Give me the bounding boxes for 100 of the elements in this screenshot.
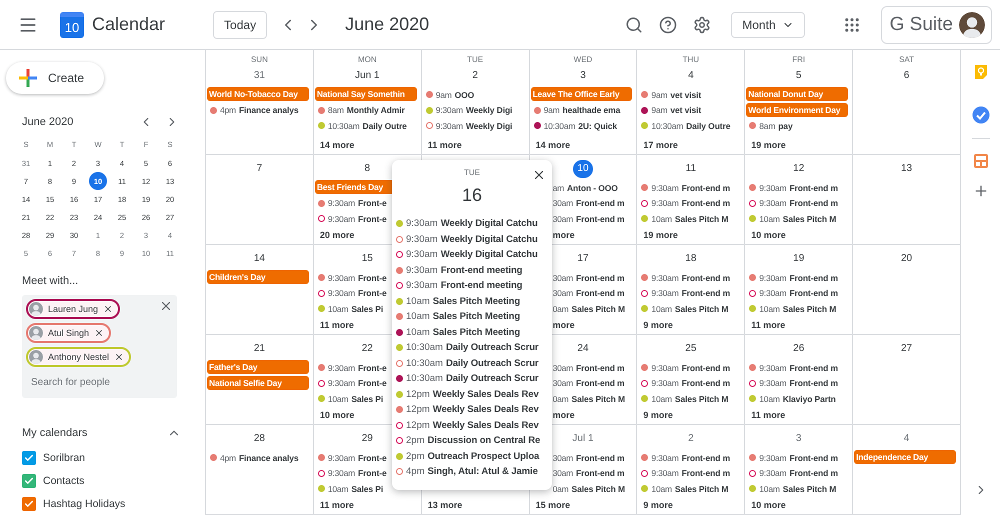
more-link[interactable]: 11 more	[745, 320, 786, 330]
more-link[interactable]: 14 more	[314, 140, 354, 150]
more-link[interactable]: 11 more	[422, 140, 462, 150]
close-icon[interactable]	[159, 299, 173, 313]
date-number[interactable]: 28	[249, 430, 270, 448]
event-item[interactable]: 10am Sales Pitch M	[637, 301, 728, 316]
event-item[interactable]: 9am OOO	[422, 87, 474, 102]
event-item[interactable]: 9:30am Weekly Digital Catchu	[392, 216, 538, 232]
event-item[interactable]: 9:30am Front-e	[314, 450, 387, 466]
more-link[interactable]: 15 more	[530, 500, 570, 510]
event-item[interactable]: am Anton - OOO	[530, 180, 618, 196]
check-circle-icon[interactable]	[972, 106, 990, 124]
event-item[interactable]: 9:30am Front-e	[314, 196, 387, 211]
event-item[interactable]: 10am Sales Pitch M	[637, 481, 728, 496]
event-item[interactable]: 12pm Weekly Sales Deals Rev	[392, 402, 539, 418]
event-item[interactable]: 9:30am Front-end m	[637, 180, 730, 196]
remove-icon[interactable]	[103, 304, 114, 314]
event-item[interactable]: 10am Sales Pi	[314, 391, 384, 406]
event-item[interactable]: 9:30am Front-end m	[745, 466, 838, 481]
event-item[interactable]: 9:30am Weekly Digi	[422, 118, 512, 134]
date-number[interactable]: Jun 1	[354, 67, 380, 85]
settings-icon[interactable]	[693, 16, 712, 34]
person-chip[interactable]: Atul Singh	[26, 323, 112, 343]
event-item[interactable]: 10am Sales Pitch Meeting	[392, 309, 520, 324]
event-item[interactable]: 10:30am Daily Outreach Scrur	[392, 371, 538, 386]
date-number[interactable]: Jul 1	[571, 430, 595, 448]
search-field[interactable]: Search for people	[26, 371, 166, 394]
event-item[interactable]: 4pm Singh, Atul: Atul & Jamie	[392, 464, 538, 480]
event-item[interactable]: 10am Sales Pitch M	[745, 481, 836, 496]
event-item[interactable]: 30am Front-end m	[530, 270, 625, 286]
more-link[interactable]: 14 more	[530, 140, 570, 150]
create-button[interactable]: Create	[6, 62, 104, 94]
date-number[interactable]: 25	[680, 340, 701, 358]
date-number[interactable]: 12	[788, 160, 809, 178]
event-item[interactable]: 9:30am Front-end meeting	[392, 262, 522, 278]
remove-icon[interactable]	[94, 328, 104, 338]
help-icon[interactable]	[659, 16, 678, 34]
more-link[interactable]: 19 more	[637, 230, 678, 240]
event-item[interactable]: 9:30am Front-e	[314, 466, 387, 481]
date-number[interactable]: 13	[896, 160, 917, 178]
more-link[interactable]: 9 more	[637, 320, 673, 330]
event-item[interactable]: 9:30am Front-end m	[637, 376, 730, 391]
person-chip[interactable]: Lauren Jung	[26, 299, 120, 319]
date-number[interactable]: 20	[896, 250, 917, 268]
date-number[interactable]: 11	[680, 160, 701, 178]
date-number[interactable]: 4	[896, 430, 917, 448]
date-number[interactable]: 15	[357, 250, 378, 268]
event-item[interactable]: 9:30am Front-end m	[745, 270, 838, 286]
close-icon[interactable]	[532, 168, 546, 182]
event-item[interactable]: 9:30am Front-end m	[637, 360, 730, 376]
date-number[interactable]: 21	[249, 340, 270, 358]
date-number[interactable]: 10	[572, 160, 593, 178]
apps-icon[interactable]	[842, 16, 861, 34]
event-item[interactable]: 30am Front-end m	[530, 286, 625, 301]
date-number[interactable]: 22	[357, 340, 378, 358]
event-item[interactable]: 10am Sales Pitch Meeting	[392, 324, 520, 340]
event-item[interactable]: 2pm Discussion on Central Re	[392, 433, 540, 448]
event-item[interactable]: 9:30am Front-end m	[637, 466, 730, 481]
date-number[interactable]: 14	[249, 250, 270, 268]
event-item[interactable]: 10am Sales Pi	[314, 481, 384, 496]
more-link[interactable]: 10 more	[745, 230, 786, 240]
more-link[interactable]: 19 more	[745, 140, 786, 150]
event-item[interactable]: 9:30am Front-end m	[745, 376, 838, 391]
date-number[interactable]: 2	[465, 67, 486, 85]
date-number[interactable]: 31	[249, 67, 270, 85]
event-item[interactable]: 9am vet visit	[637, 102, 702, 118]
event-item[interactable]: 9:30am Front-e	[314, 286, 387, 301]
event-item[interactable]: 10am Sales Pitch M	[637, 391, 728, 406]
more-link[interactable]: 9 more	[637, 410, 673, 420]
event-item[interactable]: 10am Sales Pitch M	[745, 211, 836, 226]
date-number[interactable]: 2	[680, 430, 701, 448]
add-icon[interactable]	[972, 183, 988, 199]
event-item[interactable]: 9:30am Front-end meeting	[392, 278, 522, 294]
event-item[interactable]: 9:30am Front-end m	[637, 286, 730, 301]
date-number[interactable]: 8	[357, 160, 378, 178]
event-item[interactable]: 9:30am Front-e	[314, 211, 387, 226]
date-number[interactable]: 24	[572, 340, 593, 358]
more-link[interactable]: 13 more	[422, 500, 462, 510]
event-item[interactable]: 8am Monthly Admir	[314, 102, 405, 118]
event-item[interactable]: 9:30am Weekly Digi	[422, 102, 512, 118]
checkbox[interactable]	[22, 450, 36, 464]
checkbox[interactable]	[22, 496, 36, 510]
more-link[interactable]: 20 more	[314, 230, 354, 240]
date-number[interactable]: 17	[572, 250, 593, 268]
event-item[interactable]: 12pm Weekly Sales Deals Rev	[392, 386, 539, 402]
today-button[interactable]: Today	[213, 10, 268, 38]
date-number[interactable]: 27	[896, 340, 917, 358]
event-item[interactable]: 10:30am 2U: Quick	[530, 118, 618, 134]
event-item[interactable]: 10:30am Daily Outreach Scrur	[392, 340, 538, 356]
more-link[interactable]: 9 more	[637, 500, 673, 510]
more-link[interactable]: 10 more	[745, 500, 786, 510]
event-item[interactable]: 10am Sales Pitch M	[745, 301, 836, 316]
more-link[interactable]: 11 more	[314, 500, 354, 510]
date-number[interactable]: 6	[896, 67, 917, 85]
event-item[interactable]: 10am Klaviyo Partn	[745, 391, 836, 406]
date-number[interactable]: 4	[680, 67, 701, 85]
date-number[interactable]: 5	[788, 67, 809, 85]
event-item[interactable]: 9am healthade ema	[530, 102, 620, 118]
event-item[interactable]: 9:30am Front-e	[314, 376, 387, 391]
event-item[interactable]: 9:30am Front-end m	[745, 286, 838, 301]
